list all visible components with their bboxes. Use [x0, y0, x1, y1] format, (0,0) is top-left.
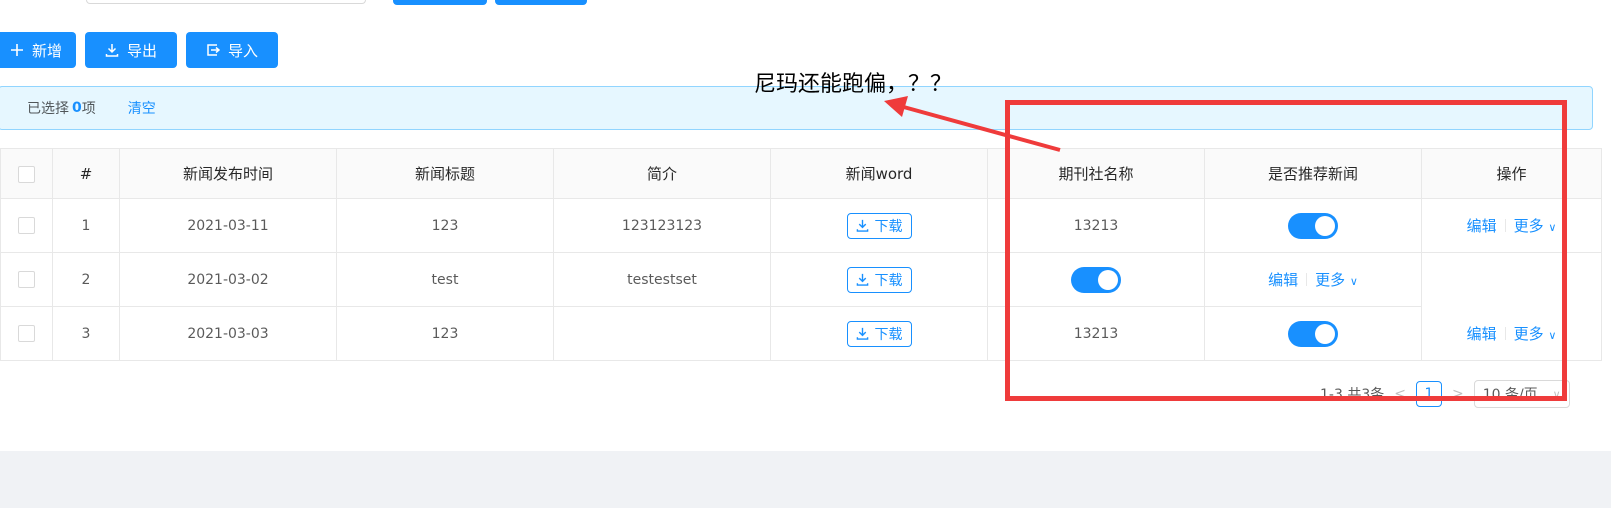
row-intro: testestset: [553, 252, 771, 307]
row-index: 1: [52, 198, 120, 253]
reset-button[interactable]: [495, 0, 587, 5]
clear-selection-link[interactable]: 清空: [128, 98, 156, 118]
import-button-label: 导入: [227, 41, 258, 60]
row-index: 2: [52, 252, 120, 307]
alert-prefix: 已选择: [27, 101, 69, 117]
download-label: 下载: [874, 326, 903, 343]
search-input[interactable]: [86, 0, 366, 4]
row-checkbox[interactable]: [18, 217, 35, 234]
annotation-box: [1005, 100, 1567, 401]
export-button[interactable]: 导出: [85, 32, 177, 68]
row-checkbox[interactable]: [18, 271, 35, 288]
row-title: test: [336, 252, 554, 307]
row-date: 2021-03-11: [119, 198, 337, 253]
column-header: 新闻标题: [336, 148, 554, 199]
add-button-label: 新增: [31, 41, 62, 60]
download-icon: [856, 219, 868, 232]
download-label: 下载: [874, 272, 903, 289]
select-all-cell[interactable]: [0, 148, 53, 199]
annotation-text: 尼玛还能跑偏，？？: [754, 72, 953, 97]
row-intro: [553, 306, 771, 361]
row-index: 3: [52, 306, 120, 361]
selected-count: 0: [72, 100, 82, 116]
download-icon: [856, 273, 868, 286]
add-button[interactable]: 新增: [0, 32, 76, 68]
row-date: 2021-03-02: [119, 252, 337, 307]
import-button[interactable]: 导入: [186, 32, 278, 68]
download-button[interactable]: 下载: [846, 212, 912, 239]
column-header: 新闻发布时间: [119, 148, 337, 199]
row-title: 123: [336, 198, 554, 253]
download-button[interactable]: 下载: [846, 266, 912, 293]
row-title: 123: [336, 306, 554, 361]
row-date: 2021-03-03: [119, 306, 337, 361]
download-icon: [105, 44, 119, 57]
download-button[interactable]: 下载: [846, 320, 912, 347]
search-button[interactable]: [393, 0, 487, 5]
column-header: 新闻word: [770, 148, 988, 199]
plus-icon: [10, 44, 23, 56]
export-button-label: 导出: [126, 41, 157, 60]
row-checkbox[interactable]: [18, 325, 35, 342]
alert-suffix: 项: [81, 101, 96, 117]
select-all-checkbox[interactable]: [18, 165, 35, 183]
column-header: 简介: [553, 148, 771, 199]
import-icon: [207, 44, 220, 56]
column-header: #: [52, 148, 120, 199]
download-icon: [856, 327, 868, 340]
row-intro: 123123123: [553, 198, 771, 253]
download-label: 下载: [874, 218, 903, 235]
